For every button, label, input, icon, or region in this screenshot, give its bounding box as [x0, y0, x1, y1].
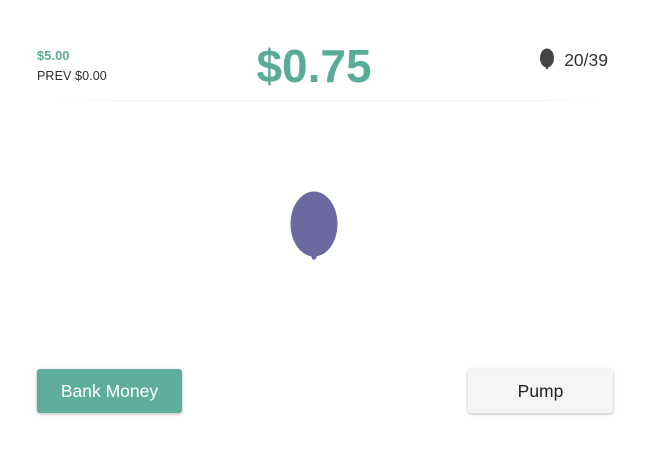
header: $5.00 PREV $0.00 $0.75 20/39 — [0, 0, 650, 102]
bart-game-screen: $5.00 PREV $0.00 $0.75 20/39 Bank Money … — [0, 0, 650, 450]
current-earnings: $0.75 — [256, 40, 372, 92]
header-divider — [60, 100, 600, 101]
balloon-icon — [539, 47, 555, 73]
balloon-icon — [288, 189, 340, 263]
balloon-counter: 20/39 — [539, 47, 608, 73]
bank-money-button[interactable]: Bank Money — [37, 369, 182, 413]
balloon-count: 20/39 — [564, 50, 608, 70]
pump-button[interactable]: Pump — [468, 369, 613, 413]
